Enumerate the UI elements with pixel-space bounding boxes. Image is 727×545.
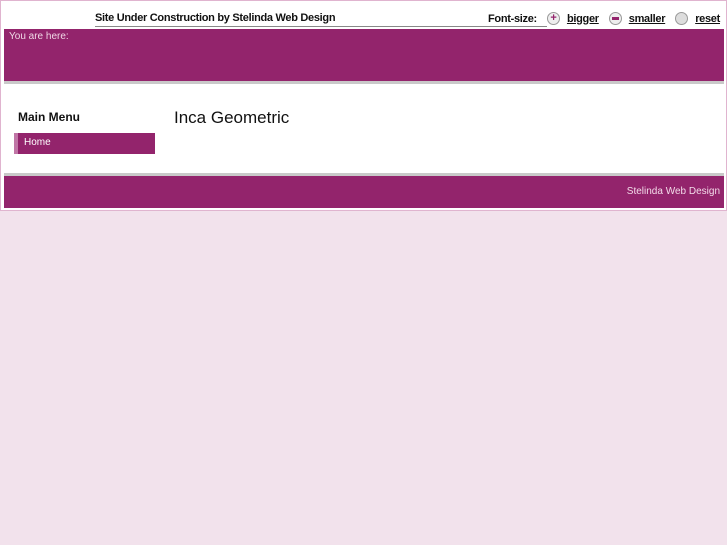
font-size-controls: Font-size: bigger smaller reset xyxy=(488,12,720,25)
page-title: Inca Geometric xyxy=(174,108,290,127)
minus-icon[interactable] xyxy=(608,12,622,25)
breadcrumb-label: You are here: xyxy=(9,31,69,42)
breadcrumb: You are here: xyxy=(4,29,724,84)
main-menu-title: Main Menu xyxy=(18,110,80,124)
page-container: Site Under Construction by Stelinda Web … xyxy=(0,0,727,211)
site-title: Site Under Construction by Stelinda Web … xyxy=(95,12,547,27)
smaller-link[interactable]: smaller xyxy=(629,13,666,25)
font-size-label: Font-size: xyxy=(487,12,537,25)
footer: Stelinda Web Design xyxy=(4,173,724,208)
bigger-link[interactable]: bigger xyxy=(567,13,599,25)
reset-icon[interactable] xyxy=(675,12,689,25)
footer-text: Stelinda Web Design xyxy=(626,186,720,197)
reset-link[interactable]: reset xyxy=(695,13,720,25)
sidebar-item-home[interactable]: Home xyxy=(14,133,155,154)
plus-icon[interactable] xyxy=(546,12,560,25)
